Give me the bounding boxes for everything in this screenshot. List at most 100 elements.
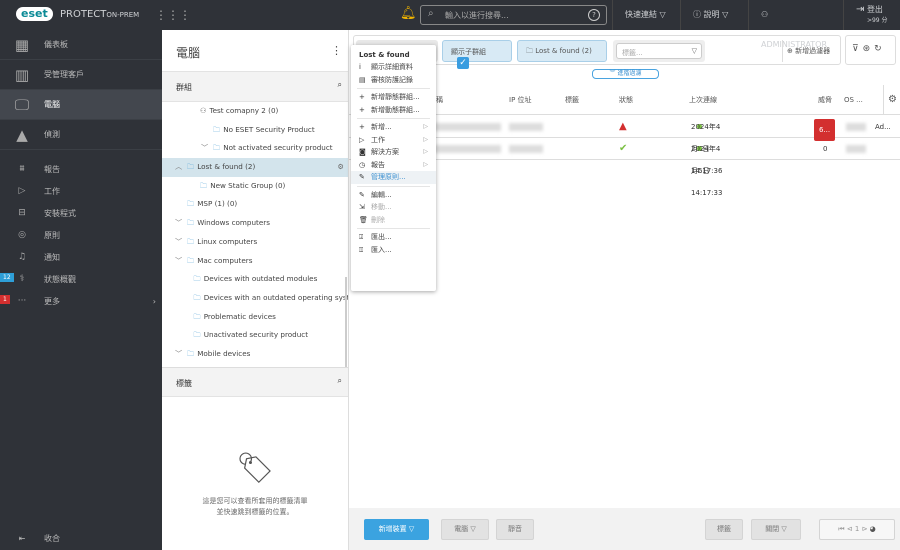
menu-item[interactable]: ◙ 解決方案 ▷ xyxy=(351,146,436,159)
menu-item[interactable]: + 新增動態群組... xyxy=(351,104,436,117)
chevron-down-icon[interactable]: ▽ xyxy=(692,47,697,55)
sidebar-item-label: 更多 xyxy=(44,296,60,306)
chevron-down-icon[interactable]: ﹀ xyxy=(201,139,213,158)
next-page-icon[interactable]: ⊳ xyxy=(862,525,868,533)
search-input[interactable]: ⌕ 輸入以進行搜尋...? xyxy=(420,5,607,25)
chevron-down-icon[interactable]: ﹀ xyxy=(175,233,187,252)
refresh-icon[interactable]: ↻ xyxy=(874,44,886,54)
tree-node[interactable]: ﹀ 🗀︎ Mobile devices xyxy=(162,345,348,364)
menu-item[interactable]: ▷ 工作 ▷ xyxy=(351,134,436,147)
menu-item[interactable]: ⍗ 匯出... xyxy=(351,231,436,244)
menu-item[interactable]: ⍐ 匯入... xyxy=(351,244,436,257)
groups-heading: 群組 xyxy=(176,83,192,92)
column-last-connected[interactable]: 上次連線 xyxy=(689,85,717,115)
tree-node[interactable]: ︿ 🗀︎ Lost & found (2) ⚙ xyxy=(162,158,348,177)
apply-icon[interactable]: ⊛ xyxy=(863,44,875,54)
sidebar-item-building[interactable]: ▥ 受管理客戶 xyxy=(0,60,162,90)
menu-item-label: 新增... xyxy=(371,123,392,131)
collapse-button[interactable]: ⇤ 收合 xyxy=(0,533,60,544)
help-menu[interactable]: ⓘ 說明 ▽ xyxy=(680,0,750,30)
sidebar-item-warning[interactable]: ▲ 偵測 xyxy=(0,120,162,150)
warning-icon: ▲ xyxy=(16,125,28,144)
quick-links-menu[interactable]: 快速連結 ▽ xyxy=(612,0,678,30)
top-bar: eset PROTECTON-PREM ⋮⋮⋮ 🔔︎ ⌕ 輸入以進行搜尋...? … xyxy=(0,0,900,49)
menu-item[interactable]: ◷ 報告 ▷ xyxy=(351,159,436,172)
chevron-up-icon[interactable]: ︿ xyxy=(175,158,187,177)
tree-node[interactable]: ⚇ Test comapny 2 (0) xyxy=(162,102,348,121)
tree-node-label: Devices with an outdated operating syste… xyxy=(203,292,348,302)
mute-button[interactable]: 靜音 xyxy=(496,519,534,540)
tags-button[interactable]: 標籤 xyxy=(705,519,743,540)
page-number[interactable]: 1 xyxy=(855,525,859,533)
menu-item[interactable]: ▤ 審核防護記錄 xyxy=(351,74,436,87)
search-icon[interactable]: ⌕ xyxy=(338,376,342,386)
tags-filter[interactable]: 標籤... ▽ xyxy=(613,40,705,62)
sidebar-item-dashboard[interactable]: ▦ 儀表板 xyxy=(0,30,162,60)
group-filter[interactable]: 🗀︎ Lost & found (2) xyxy=(517,40,607,62)
actions-button[interactable]: 關閉 ▽ xyxy=(751,519,801,540)
menu-item-label: 工作 xyxy=(371,135,385,144)
sidebar-item-policy[interactable]: ◎ 原則 xyxy=(0,224,162,246)
column-os[interactable]: OS ... xyxy=(844,85,863,115)
tree-node[interactable]: ﹀ 🗀︎ Not activated security product xyxy=(162,139,348,158)
menu-item[interactable]: ✎ 管理原則... xyxy=(351,171,436,184)
menu-item[interactable]: + 新增... ▷ xyxy=(351,121,436,134)
show-subgroups-toggle[interactable]: 顯示子群組✓ xyxy=(442,40,512,69)
advanced-filter-button[interactable]: ︾ 進階過濾 xyxy=(592,69,659,79)
first-page-icon[interactable]: ⏮ xyxy=(838,525,844,533)
prev-page-icon[interactable]: ⊲ xyxy=(847,525,853,533)
column-status[interactable]: 狀態 xyxy=(619,85,633,115)
sidebar-item-notification[interactable]: ♫ 通知 xyxy=(0,246,162,268)
tree-node-label: Lost & found (2) xyxy=(197,162,256,172)
tree-node[interactable]: 🗀︎ Devices with an outdated operating sys… xyxy=(162,289,349,308)
tree-node[interactable]: ﹀ 🗀︎ Linux computers xyxy=(162,233,348,252)
menu-item[interactable]: ⇲ 移動... xyxy=(351,201,436,214)
filter-icon[interactable]: ⊽ xyxy=(852,44,863,54)
sidebar-item-task[interactable]: ▷ 工作 xyxy=(0,180,162,202)
menu-item[interactable]: i 顯示詳細資料 xyxy=(351,61,436,74)
chevron-down-icon[interactable]: ﹀ xyxy=(175,252,187,271)
sidebar-item-installer[interactable]: ⊟ 安裝程式 xyxy=(0,202,162,224)
tree-node[interactable]: ﹀ 🗀︎ Mac computers xyxy=(162,252,348,271)
menu-item[interactable]: 🗑︎ 刪除 xyxy=(351,214,436,227)
page-size-icon[interactable]: ◕ xyxy=(870,525,876,533)
bell-icon[interactable]: 🔔︎ xyxy=(400,6,417,21)
submenu-arrow-icon: ▷ xyxy=(423,135,428,143)
add-filter-button[interactable]: ⊕ 新增過濾器 xyxy=(782,40,842,62)
column-tags[interactable]: 標籤 xyxy=(565,85,579,115)
tree-node[interactable]: 🗀︎ Problematic devices xyxy=(162,308,348,327)
tree-node[interactable]: 🗀︎ MSP (1) (0) xyxy=(162,195,348,214)
tree-node[interactable]: 🗀︎ New Static Group (0) xyxy=(162,177,348,196)
menu-divider xyxy=(357,118,430,119)
tree-node[interactable]: 🗀︎ Unactivated security product xyxy=(162,326,348,345)
user-menu[interactable]: ⚇ ADMINISTRATOR xyxy=(748,0,843,49)
checkbox-checked-icon[interactable]: ✓ xyxy=(457,57,469,69)
kebab-menu-icon[interactable]: ⋮ xyxy=(331,44,342,57)
column-settings-icon[interactable]: ⚙ xyxy=(883,85,897,115)
chevron-down-icon[interactable]: ﹀ xyxy=(175,214,187,233)
help-circle-icon[interactable]: ? xyxy=(588,9,600,21)
search-icon[interactable]: ⌕ xyxy=(338,80,342,90)
folder-icon: 🗀︎ xyxy=(187,236,195,246)
column-ip[interactable]: IP 位址 xyxy=(509,85,532,115)
computer-label: 電腦 xyxy=(454,525,469,533)
folder-icon: 🗀︎ xyxy=(187,162,195,172)
app-grid-icon[interactable]: ⋮⋮⋮ xyxy=(155,8,191,22)
tree-node[interactable]: ﹀ 🗀︎ Windows computers xyxy=(162,214,348,233)
tree-scrollbar[interactable] xyxy=(345,277,347,367)
computer-button[interactable]: 電腦 ▽ xyxy=(441,519,489,540)
column-threats[interactable]: 威脅 xyxy=(818,85,832,115)
sidebar-item-computer[interactable]: 🖵︎ 電腦 xyxy=(0,90,162,120)
sidebar-item-stethoscope[interactable]: 12 ⚕ 狀態概觀 xyxy=(0,268,162,290)
menu-item[interactable]: + 新增靜態群組... xyxy=(351,91,436,104)
sidebar-item-label: 儀表板 xyxy=(44,40,68,49)
gear-icon[interactable]: ⚙ xyxy=(338,158,344,177)
tree-node[interactable]: 🗀︎ No ESET Security Product xyxy=(162,121,348,140)
add-device-button[interactable]: 新增裝置 ▽ xyxy=(364,519,429,540)
sidebar-item-more[interactable]: 1 ··· 更多 › xyxy=(0,290,162,312)
tree-node[interactable]: 🗀︎ Devices with outdated modules xyxy=(162,270,348,289)
menu-item[interactable]: ✎ 編輯... xyxy=(351,189,436,202)
logout-button[interactable]: ⇥ 登出 >99 分 xyxy=(843,0,900,30)
chevron-down-icon[interactable]: ﹀ xyxy=(175,345,187,364)
sidebar-item-report[interactable]: ⩩ 報告 xyxy=(0,158,162,180)
